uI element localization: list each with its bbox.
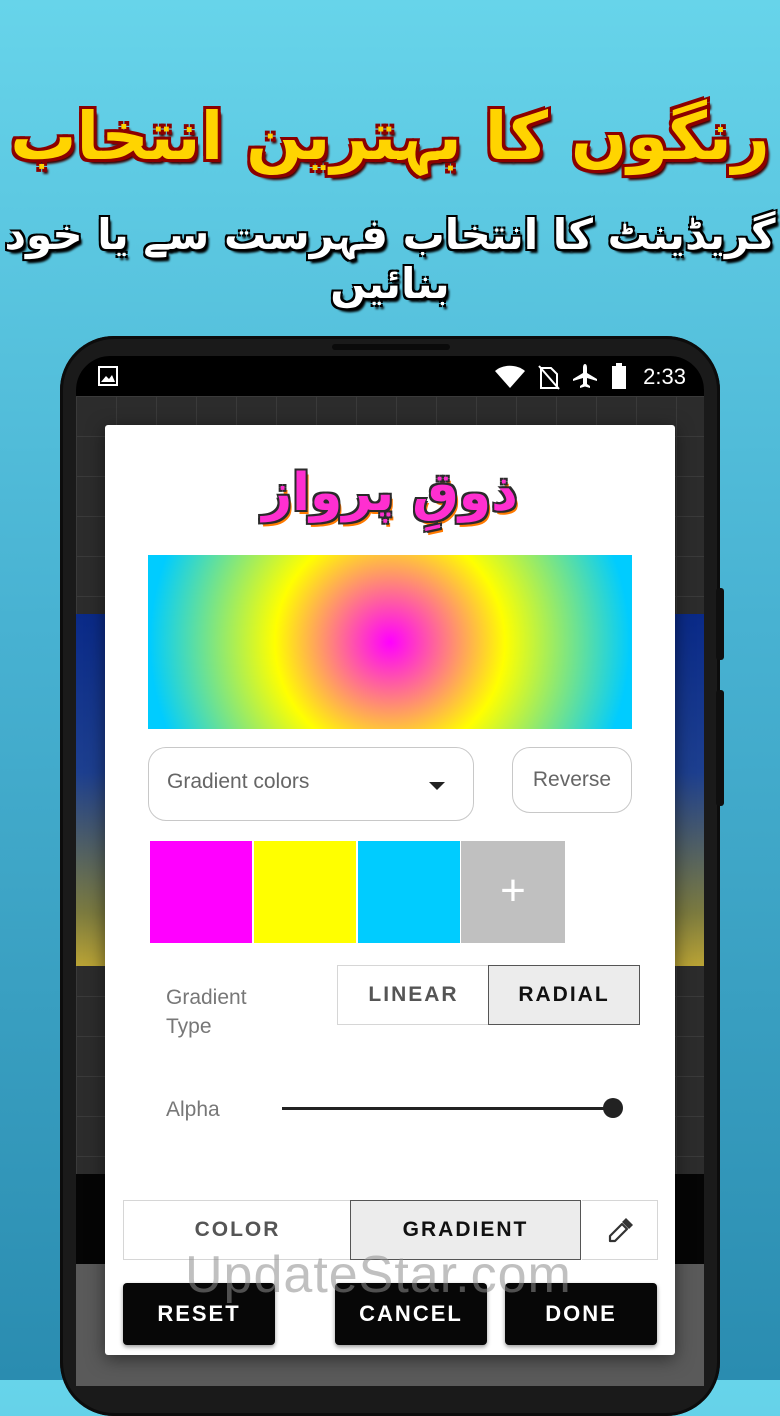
alpha-slider-track[interactable]: [282, 1107, 612, 1110]
alpha-slider-thumb[interactable]: [603, 1098, 623, 1118]
image-icon: [98, 366, 118, 386]
status-time: 2:33: [643, 364, 686, 389]
promo-title: رنگوں کا بہترین انتخاب: [10, 98, 770, 175]
no-sim-icon: [538, 365, 560, 390]
app-logo: ذوقِ پرواز: [262, 463, 518, 523]
eyedropper-button[interactable]: [582, 1200, 658, 1260]
color-swatch-cyan[interactable]: [358, 841, 460, 943]
battery-icon: [612, 363, 626, 389]
color-picker-dialog: ذوقِ پرواز Gradient colors Reverse + Gra…: [105, 425, 675, 1355]
linear-option[interactable]: LINEAR: [337, 965, 489, 1025]
watermark: UpdateStar.com: [185, 1246, 572, 1304]
power-button: [716, 690, 724, 806]
volume-button: [716, 588, 724, 660]
color-swatch-yellow[interactable]: [254, 841, 356, 943]
reverse-button[interactable]: Reverse: [512, 747, 632, 813]
add-color-button[interactable]: +: [461, 841, 565, 943]
gradient-colors-dropdown[interactable]: Gradient colors: [148, 747, 474, 821]
dropdown-selected-label: Gradient colors: [167, 770, 310, 793]
status-bar: 2:33: [76, 356, 704, 396]
eyedropper-icon: [608, 1218, 633, 1243]
radial-option[interactable]: RADIAL: [488, 965, 640, 1025]
alpha-label: Alpha: [166, 1098, 220, 1121]
chevron-down-icon: [429, 782, 445, 790]
promo-subtitle: گریڈینٹ کا انتخاب فہرست سے یا خود بنائیں: [4, 210, 776, 308]
gradient-type-label: Gradient Type: [166, 986, 247, 1038]
phone-speaker: [332, 344, 450, 350]
wifi-icon: [495, 365, 525, 388]
airplane-icon: [573, 364, 597, 388]
color-swatch-magenta[interactable]: [150, 841, 252, 943]
gradient-preview: [148, 555, 632, 729]
